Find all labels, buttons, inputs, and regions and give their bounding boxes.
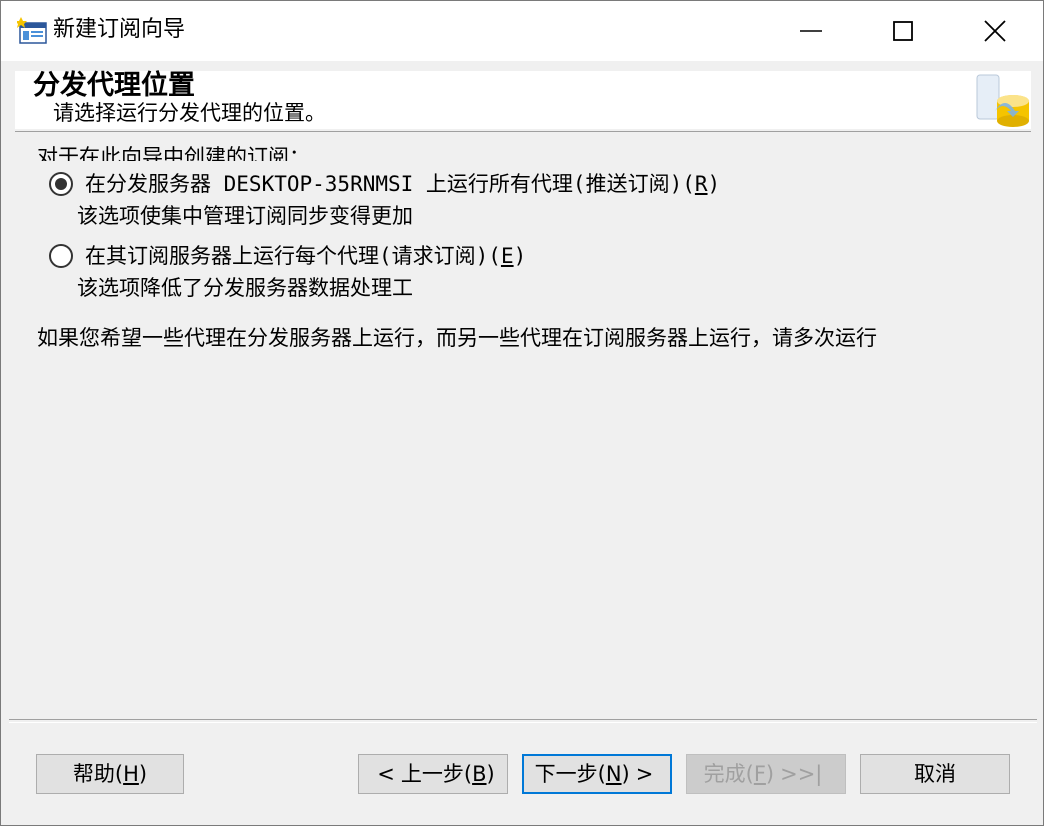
back-button-label: 上一步( <box>400 762 473 786</box>
next-button[interactable]: 下一步(N) > <box>522 754 672 794</box>
back-button-label-end: ) <box>486 762 495 786</box>
wizard-window: 新建订阅向导 分发代理位置 请选择运行分发代理的位置。 对于在此向导中创建的订阅… <box>0 0 1044 826</box>
multi-run-note: 如果您希望一些代理在分发服务器上运行，而另一些代理在订阅服务器上运行，请多次运行 <box>37 326 877 350</box>
page-header: 分发代理位置 请选择运行分发代理的位置。 <box>15 71 1031 129</box>
finish-button[interactable]: 完成(F) >>| <box>686 754 846 794</box>
maximize-icon <box>893 21 913 41</box>
pull-radio-button[interactable] <box>49 244 73 268</box>
option-push-label-end: ) <box>707 172 721 196</box>
option-pull-label: 在其订阅服务器上运行每个代理(请求订阅)( <box>85 244 501 268</box>
finish-button-mnemonic: F <box>753 762 766 786</box>
database-server-icon <box>973 71 1031 129</box>
cancel-button[interactable]: 取消 <box>860 754 1010 794</box>
option-pull-mnemonic: E <box>500 244 514 268</box>
option-push-description: 该选项使集中管理订阅同步变得更加 <box>77 204 413 228</box>
page-subtitle: 请选择运行分发代理的位置。 <box>53 101 326 125</box>
cancel-button-label: 取消 <box>914 762 956 786</box>
next-button-mnemonic: N <box>605 762 622 786</box>
minimize-icon <box>800 30 822 32</box>
push-radio-button[interactable] <box>49 172 73 196</box>
radio-selected-dot <box>55 178 67 190</box>
title-bar[interactable]: 新建订阅向导 <box>1 1 1043 61</box>
footer-divider <box>9 719 1037 723</box>
window-title: 新建订阅向导 <box>53 17 186 42</box>
option-pull-label-end: ) <box>513 244 527 268</box>
maximize-button[interactable] <box>857 1 949 61</box>
option-push-label: 在分发服务器 DESKTOP-35RNMSI 上运行所有代理(推送订阅)( <box>85 172 695 196</box>
help-button-mnemonic: H <box>123 762 139 786</box>
help-button[interactable]: 帮助(H) <box>36 754 184 794</box>
help-button-label: 帮助( <box>72 762 124 786</box>
finish-skip-icon: >>| <box>780 762 823 786</box>
back-button[interactable]: < 上一步(B) <box>358 754 508 794</box>
minimize-button[interactable] <box>765 1 857 61</box>
back-button-mnemonic: B <box>472 762 487 786</box>
finish-button-label-end: ) <box>765 762 775 786</box>
option-push-mnemonic: R <box>694 172 708 196</box>
intro-text: 对于在此向导中创建的订阅： <box>37 145 310 161</box>
page-title: 分发代理位置 <box>33 70 195 101</box>
help-button-label-end: ) <box>138 762 148 786</box>
close-icon <box>984 20 1006 42</box>
close-button[interactable] <box>949 1 1041 61</box>
back-chevron-icon: < <box>377 762 395 786</box>
finish-button-label: 完成( <box>703 762 754 786</box>
header-divider <box>15 131 1031 132</box>
next-button-label: 下一步( <box>534 762 606 786</box>
wizard-app-icon <box>15 17 47 45</box>
option-push-subscription[interactable]: 在分发服务器 DESKTOP-35RNMSI 上运行所有代理(推送订阅)(R) <box>49 169 720 199</box>
next-chevron-icon: > <box>635 762 654 786</box>
option-pull-subscription[interactable]: 在其订阅服务器上运行每个代理(请求订阅)(E) <box>49 241 526 271</box>
next-button-label-end: ) <box>621 762 630 786</box>
option-pull-description: 该选项降低了分发服务器数据处理工 <box>77 276 413 300</box>
